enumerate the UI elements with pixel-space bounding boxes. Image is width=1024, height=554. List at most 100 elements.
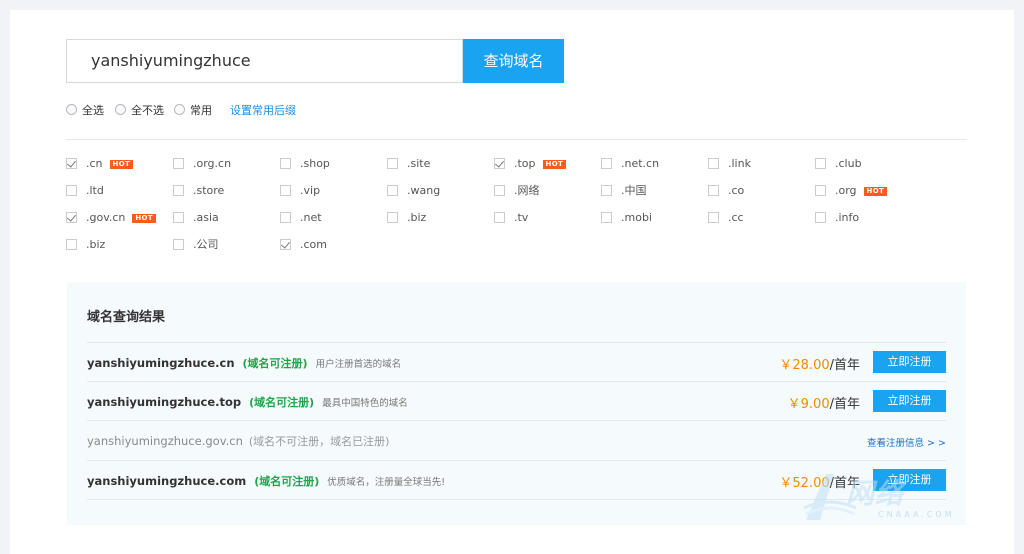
register-button[interactable]: 立即注册 [873, 351, 946, 373]
checkbox-icon[interactable] [708, 212, 719, 223]
result-desc: 用户注册首选的域名 [315, 359, 402, 370]
hot-badge: HOT [132, 214, 156, 223]
tld-option[interactable]: .网络 [494, 184, 540, 198]
tld-option[interactable]: .asia [173, 211, 219, 225]
result-row: yanshiyumingzhuce.cn (域名可注册) 用户注册首选的域名 ￥28… [87, 342, 946, 381]
tld-label: .wang [407, 184, 441, 197]
tld-option[interactable]: .store [173, 184, 224, 198]
checkbox-icon[interactable] [387, 158, 398, 169]
checkbox-icon[interactable] [387, 212, 398, 223]
domain-search-input[interactable]: yanshiyumingzhuce [66, 39, 463, 83]
tld-option[interactable]: .中国 [601, 184, 647, 198]
result-status: (域名可注册) [254, 475, 320, 488]
checkbox-icon[interactable] [815, 212, 826, 223]
tld-label: .top [514, 157, 536, 170]
checkbox-icon[interactable] [173, 158, 184, 169]
tld-label: .ltd [86, 184, 104, 197]
tld-label: .biz [86, 238, 106, 251]
checkbox-icon[interactable] [494, 212, 505, 223]
tld-label: .tv [514, 211, 529, 224]
tld-label: .store [193, 184, 225, 197]
result-domain: yanshiyumingzhuce.cn (域名可注册) 用户注册首选的域名 [87, 356, 402, 370]
tld-option[interactable]: .net [280, 211, 322, 225]
checkbox-icon[interactable] [173, 239, 184, 250]
radio-select-all[interactable]: 全选 [66, 103, 104, 119]
checkbox-icon[interactable] [173, 185, 184, 196]
tld-option[interactable]: .shop [280, 157, 330, 171]
tld-option[interactable]: .site [387, 157, 430, 171]
tld-option[interactable]: .cn HOT [66, 157, 134, 171]
checkbox-icon[interactable] [815, 185, 826, 196]
checkbox-checked-icon[interactable] [280, 239, 291, 250]
tld-option[interactable]: .tv [494, 211, 528, 225]
tld-option[interactable]: .vip [280, 184, 320, 198]
tld-option[interactable]: .wang [387, 184, 440, 198]
tld-label: .网络 [514, 184, 540, 197]
tld-option[interactable]: .info [815, 211, 859, 225]
divider [66, 139, 967, 140]
tld-label: .vip [300, 184, 321, 197]
checkbox-checked-icon[interactable] [66, 212, 77, 223]
tld-label: .net [300, 211, 322, 224]
hot-badge: HOT [109, 160, 134, 169]
tld-option[interactable]: .club [815, 157, 862, 171]
tld-option[interactable]: .top HOT [494, 157, 567, 171]
tld-label: .biz [407, 211, 427, 224]
checkbox-icon[interactable] [601, 212, 612, 223]
radio-circle-icon [115, 104, 126, 115]
set-common-suffix-link[interactable]: 设置常用后缀 [230, 103, 296, 119]
checkbox-checked-icon[interactable] [494, 158, 505, 169]
radio-label: 全选 [82, 104, 104, 117]
checkbox-icon[interactable] [815, 158, 826, 169]
tld-label: .org.cn [193, 157, 232, 170]
tld-option[interactable]: .cc [708, 211, 744, 225]
search-domain-button[interactable]: 查询域名 [463, 39, 564, 83]
result-row: yanshiyumingzhuce.gov.cn (域名不可注册，域名已注册) 查… [87, 420, 946, 459]
tld-label: .公司 [193, 238, 219, 251]
radio-common[interactable]: 常用 [174, 103, 212, 119]
checkbox-icon[interactable] [66, 185, 77, 196]
checkbox-icon[interactable] [280, 158, 291, 169]
checkbox-icon[interactable] [494, 185, 505, 196]
checkbox-icon[interactable] [601, 185, 612, 196]
checkbox-icon[interactable] [601, 158, 612, 169]
checkbox-icon[interactable] [387, 185, 398, 196]
checkbox-icon[interactable] [280, 212, 291, 223]
checkbox-icon[interactable] [708, 185, 719, 196]
tld-label: .net.cn [621, 157, 660, 170]
tld-option[interactable]: .mobi [601, 211, 652, 225]
checkbox-icon[interactable] [66, 239, 77, 250]
result-domain: yanshiyumingzhuce.top (域名可注册) 最具中国特色的域名 [87, 395, 408, 409]
checkbox-icon[interactable] [280, 185, 291, 196]
radio-circle-icon [174, 104, 185, 115]
result-desc: 优质域名，注册量全球当先! [327, 477, 446, 488]
tld-option[interactable]: .ltd [66, 184, 104, 198]
watermark-text: 网络 [846, 477, 905, 510]
tld-option[interactable]: .org HOT [815, 184, 888, 198]
hot-badge: HOT [863, 187, 888, 196]
view-registration-info-link[interactable]: 查看注册信息 > > [867, 435, 946, 449]
register-button[interactable]: 立即注册 [873, 390, 946, 412]
tld-option[interactable]: .公司 [173, 238, 219, 252]
tld-label: .asia [193, 211, 219, 224]
tld-label: .site [407, 157, 431, 170]
result-domain: yanshiyumingzhuce.gov.cn (域名不可注册，域名已注册) [87, 434, 390, 448]
result-domain: yanshiyumingzhuce.com (域名可注册) 优质域名，注册量全球当先… [87, 474, 446, 488]
tld-option[interactable]: .net.cn [601, 157, 659, 171]
tld-option[interactable]: .link [708, 157, 751, 171]
tld-option[interactable]: .biz [66, 238, 105, 252]
result-status: (域名可注册) [242, 357, 308, 370]
tld-option[interactable]: .co [708, 184, 744, 198]
radio-select-none[interactable]: 全不选 [115, 103, 164, 119]
tld-label: .link [728, 157, 751, 170]
tld-option[interactable]: .biz [387, 211, 426, 225]
checkbox-icon[interactable] [708, 158, 719, 169]
result-status: (域名不可注册，域名已注册) [248, 435, 390, 448]
checkbox-checked-icon[interactable] [66, 158, 77, 169]
radio-label: 常用 [190, 104, 212, 117]
checkbox-icon[interactable] [173, 212, 184, 223]
tld-label: .cn [86, 157, 103, 170]
tld-option[interactable]: .gov.cn HOT [66, 211, 156, 225]
tld-option[interactable]: .com [280, 238, 327, 252]
tld-option[interactable]: .org.cn [173, 157, 231, 171]
